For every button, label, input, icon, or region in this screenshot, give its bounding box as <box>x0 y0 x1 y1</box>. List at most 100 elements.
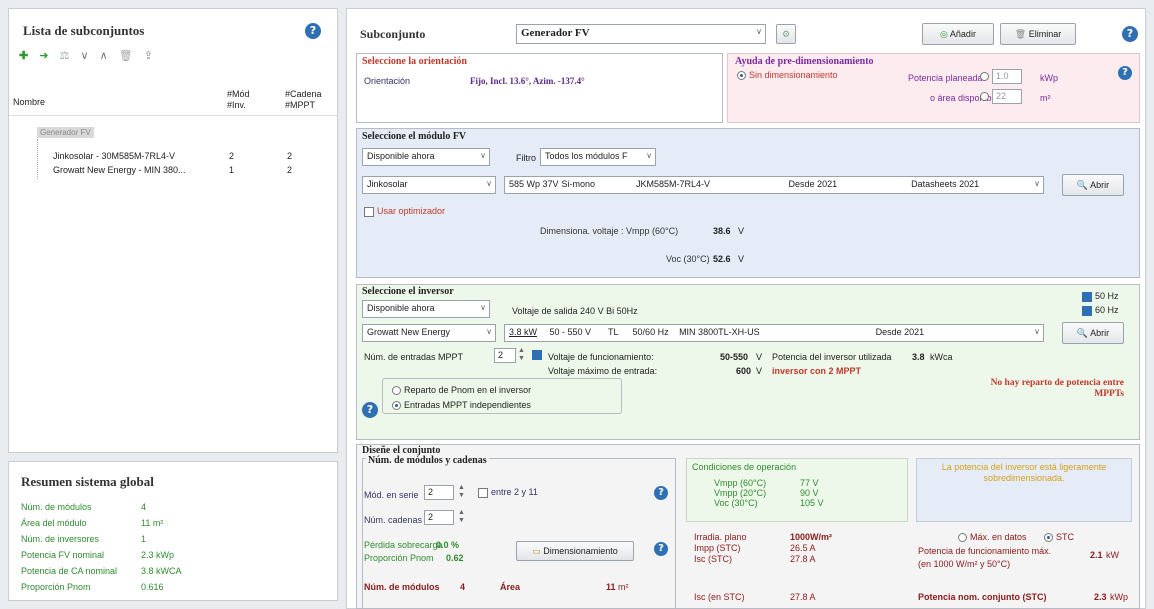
series-range-label: entre 2 y 11 <box>491 487 538 497</box>
module-filter-select[interactable]: Todos los módulos F ∨ <box>540 148 656 166</box>
add-button[interactable]: ◎ Añadir <box>922 23 994 45</box>
summary-value: 0.616 <box>141 582 164 592</box>
dimensioning-label: Dimensionamiento <box>543 546 618 556</box>
magnifier-icon: 🔍 <box>1076 180 1089 190</box>
series-spinner-icon[interactable]: ▲ ▼ <box>458 484 465 500</box>
inverter-open-button[interactable]: 🔍 Abrir <box>1062 322 1124 344</box>
max-data-option[interactable]: Máx. en datos <box>958 532 1027 543</box>
modules-strings-title: Núm. de módulos y cadenas <box>366 455 489 466</box>
predim-option[interactable]: Sin dimensionamiento <box>737 70 838 81</box>
op-volt-checkbox[interactable] <box>532 349 545 360</box>
voc-value: 52.6 <box>713 254 731 264</box>
subset-settings-icon[interactable]: ⚙ <box>776 24 796 44</box>
available-area-radio[interactable] <box>980 91 992 102</box>
group-node[interactable]: Generador FV <box>37 127 94 138</box>
inverter-model-power: 3.8 kW <box>509 327 538 337</box>
col-mod-header[interactable]: #Mód #Inv. <box>227 89 257 111</box>
irr-value: 27.8 A <box>790 554 816 564</box>
summary-row: Núm. de módulos 4 <box>21 502 321 518</box>
chevron-down-icon: ∨ <box>1034 327 1040 336</box>
export-icon[interactable]: ⇪ <box>144 50 153 62</box>
help-icon[interactable]: ? <box>654 486 668 500</box>
mppt-input[interactable]: 2 <box>494 348 516 363</box>
strings-spinner-icon[interactable]: ▲ ▼ <box>458 509 465 525</box>
arrow-right-icon[interactable]: ➜ <box>39 50 48 62</box>
module-model-select[interactable]: 585 Wp 37V Si-mono JKM585M-7RL4-V Desde … <box>504 176 1044 194</box>
series-input[interactable]: 2 <box>424 485 454 500</box>
summary-label: Área del módulo <box>21 518 87 528</box>
radio-icon <box>392 386 401 396</box>
module-availability-value: Disponible ahora <box>367 151 435 161</box>
help-icon[interactable]: ? <box>362 402 378 418</box>
help-icon[interactable]: ? <box>305 23 321 39</box>
optimizer-checkbox[interactable]: Usar optimizador <box>364 206 445 217</box>
tree-row-mod: 2 <box>229 151 235 161</box>
strings-input[interactable]: 2 <box>424 510 454 525</box>
module-availability-select[interactable]: Disponible ahora ∨ <box>362 148 490 166</box>
modules-count-label: Núm. de módulos <box>364 582 440 592</box>
stc-label: STC <box>1056 532 1074 542</box>
subset-select[interactable]: Generador FV ∨ <box>516 24 766 44</box>
voc-unit: V <box>738 254 745 264</box>
output-voltage: Voltaje de salida 240 V Bi 50Hz <box>512 306 638 316</box>
vmpp-label: Dimensiona. voltaje : Vmpp (60°C) <box>540 226 679 236</box>
series-range-checkbox[interactable]: entre 2 y 11 <box>478 487 538 498</box>
col-cad-header[interactable]: #Cadena #MPPT <box>285 89 325 111</box>
subsets-panel: Lista de subconjuntos ? ✚ ➜ ⚖ ∨ ∧ 🗑 ⇪ No… <box>8 8 338 453</box>
help-icon[interactable]: ? <box>654 542 668 556</box>
chevron-down-icon: ∨ <box>486 179 492 188</box>
op-power-unit: kW <box>1106 550 1119 560</box>
op-label: Voc (30°C) <box>714 498 758 508</box>
operating-conditions-title: Condiciones de operación <box>692 462 797 472</box>
planned-power-radio[interactable] <box>980 71 992 82</box>
stc-option[interactable]: STC <box>1044 532 1074 543</box>
scale-icon[interactable]: ⚖ <box>60 50 70 62</box>
indep-option[interactable]: Entradas MPPT independientes <box>392 400 531 411</box>
help-icon[interactable]: ? <box>1122 26 1138 42</box>
delete-icon[interactable]: 🗑 <box>119 50 133 62</box>
used-power-label: Potencia del inversor utilizada <box>772 352 892 362</box>
add-circle-icon: ◎ <box>940 29 948 39</box>
checkbox-icon <box>364 206 374 217</box>
tree-row-cad: 2 <box>287 151 293 161</box>
inverter-manufacturer-select[interactable]: Growatt New Energy ∨ <box>362 324 496 342</box>
orientation-title: Seleccione la orientación <box>362 56 467 67</box>
inverter-availability-select[interactable]: Disponible ahora ∨ <box>362 300 490 318</box>
used-power-value: 3.8 <box>912 352 925 362</box>
chevron-down-icon[interactable]: ∨ <box>81 50 89 62</box>
chevron-up-icon[interactable]: ∧ <box>100 50 108 62</box>
available-area-unit: m² <box>1040 93 1051 103</box>
tree-row[interactable]: Growatt New Energy - MIN 380... <box>53 165 186 175</box>
inverter-model-range: 50 - 550 V <box>549 327 592 337</box>
help-icon[interactable]: ? <box>1118 66 1132 80</box>
share-option[interactable]: Reparto de Pnom en el inversor <box>392 385 531 396</box>
module-manufacturer-select[interactable]: Jinkosolar ∨ <box>362 176 496 194</box>
irr-table: Irradia. plano 1000W/m² Impp (STC) 26.5 A … <box>694 532 894 565</box>
module-model-name: JKM585M-7RL4-V <box>636 179 711 189</box>
irr-row: Isc (en STC) 27.8 A <box>694 592 894 602</box>
orientation-value[interactable]: Fijo, Incl. 13.6°, Azim. -137.4° <box>470 76 585 86</box>
hz60-checkbox[interactable]: 60 Hz <box>1082 305 1119 316</box>
inverter-model-freq: 50/60 Hz <box>632 327 669 337</box>
col-name-header[interactable]: Nombre <box>13 97 45 107</box>
delete-button[interactable]: 🗑 Eliminar <box>1000 23 1076 45</box>
add-icon[interactable]: ✚ <box>19 50 28 62</box>
tree-row[interactable]: Jinkosolar - 30M585M-7RL4-V <box>53 151 175 161</box>
chevron-down-icon: ∨ <box>756 27 762 36</box>
available-area-input[interactable]: 22 <box>992 89 1022 104</box>
summary-value: 1 <box>141 534 147 544</box>
summary-label: Proporción Pnom <box>21 582 91 592</box>
op-volt-value: 50-550 <box>720 352 749 362</box>
mppt-spinner-icon[interactable]: ▲ ▼ <box>518 347 525 363</box>
dimensioning-button[interactable]: ▭ Dimensionamiento <box>516 541 634 561</box>
predim-option-label: Sin dimensionamiento <box>749 70 838 80</box>
summary-label: Potencia de CA nominal <box>21 566 118 576</box>
inverter-model-select[interactable]: 3.8 kW 50 - 550 V TL 50/60 Hz MIN 3800TL… <box>504 324 1044 342</box>
max-volt-unit: V <box>756 366 763 376</box>
planned-power-input[interactable]: 1.0 <box>992 69 1022 84</box>
overload-value: 0.0 % <box>436 540 460 550</box>
hz50-checkbox[interactable]: 50 Hz <box>1082 291 1119 302</box>
module-open-button[interactable]: 🔍 Abrir <box>1062 174 1124 196</box>
op-row: Voc (30°C) 105 V <box>714 498 834 508</box>
op-value: 105 V <box>800 498 824 508</box>
